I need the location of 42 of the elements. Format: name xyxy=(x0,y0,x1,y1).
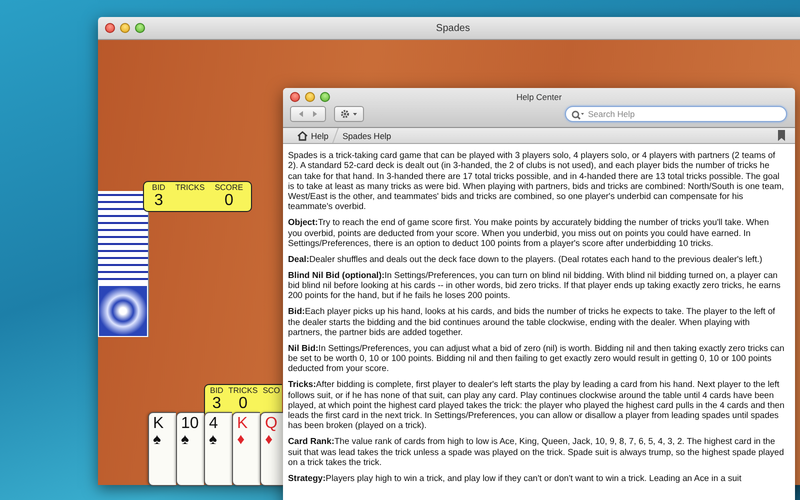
score-label: BID xyxy=(210,386,224,395)
score-label: TRICKS xyxy=(228,386,258,395)
help-paragraph: Strategy:Players play high to win a trick, and play low if they can't or don't want to win a trick. Leading an Ace in a suit xyxy=(288,472,742,484)
search-field[interactable]: Search Help xyxy=(565,106,787,122)
help-paragraph: Spades is a trick-taking card game that can be played with 3 players solo, 4 players solo, or 4 players with partners (2 teams of 2). A standard 52-card deck is dealt out (in 3-handed, the 2 of clubs is not used), and each player bids the number of tricks he can take for that hand. In 3-handed there are 17 total tricks possible, and in 4-handed there are 13 total tricks possible. The goal is to take at least as many tricks as were bid. When playing with partners, bids and tricks are combined: North/South is one team, West/East is the other, and teammates' bids and tricks are combined, so one player's underbid can compensate for his teammate's overbid. xyxy=(288,150,785,212)
playing-card[interactable]: 10 ♠ xyxy=(176,412,204,486)
close-icon[interactable] xyxy=(290,92,300,102)
help-paragraph: Bid:Each player picks up his hand, looks at his cards, and bids the number of tricks he expects to take. The player to the left of the dealer starts the bidding and the bid continues around the table clockwise, ending with the dealer. When playing with partners, the partner bids are added together. xyxy=(288,306,776,338)
breadcrumb-link[interactable]: Help xyxy=(311,130,328,140)
playing-card[interactable]: K ♠ xyxy=(148,412,176,486)
close-icon[interactable] xyxy=(105,23,115,33)
help-paragraph: Nil Bid:In Settings/Preferences, you can adjust what a bid of zero (nil) is worth. Bidding nil and then taking exactly zero tricks can be set to be worth 0, 10 or 100 points. Bidding nil and then failing to get exactly zero would result in getting 0, 10 or 100 points deducted from your score. xyxy=(288,342,785,374)
score-label: BID xyxy=(152,183,166,192)
home-icon xyxy=(297,130,308,140)
help-paragraph: Blind Nil Bid (optional):In Settings/Preferences, you can turn on blind nil bidding. With blind nil bidding turned on, a player can bid blind nil before looking at his cards -- in other words, bid zero tricks. If that player ends up taking exactly zero tricks, he earns 200 points for the hand, but if he fails he loses 200 points. xyxy=(288,270,782,301)
playing-card[interactable]: K ♦ xyxy=(232,412,260,486)
breadcrumb-link[interactable]: Spades Help xyxy=(342,130,392,140)
playing-card[interactable]: Q ♦ xyxy=(260,412,283,486)
bookmark-icon[interactable] xyxy=(778,130,785,141)
forward-icon[interactable] xyxy=(311,110,319,118)
back-forward-control[interactable] xyxy=(290,106,326,122)
score-label: SCORE xyxy=(214,183,244,192)
gear-icon xyxy=(339,109,359,119)
back-icon[interactable] xyxy=(297,110,305,118)
zoom-icon[interactable] xyxy=(320,92,330,102)
score-value: 3 xyxy=(212,395,222,412)
window-title: Help Center xyxy=(516,92,562,102)
window-title: Spades xyxy=(436,22,470,34)
score-label: SCO xyxy=(262,386,280,395)
score-value: 3 xyxy=(154,192,164,209)
action-menu-button[interactable] xyxy=(334,106,364,122)
minimize-icon[interactable] xyxy=(305,92,315,102)
playing-card[interactable]: 4 ♠ xyxy=(204,412,232,486)
score-label: TRICKS xyxy=(175,183,205,192)
help-paragraph: Deal:Dealer shuffles and deals out the deck face down to the players. (Deal rotates each hand to the previous dealer's left.) xyxy=(288,254,764,264)
score-value: 0 xyxy=(224,192,234,209)
zoom-icon[interactable] xyxy=(135,23,145,33)
help-paragraph: Card Rank:The value rank of cards from high to low is Ace, King, Queen, Jack, 10, 9, 8, 7, 6, 5, 4, 3, 2. The highest card in the suit that was lead takes the trick unless a spade was played on the trick. Spade suit is always trump, so the highest spade played on a trick takes the trick. xyxy=(288,436,785,468)
minimize-icon[interactable] xyxy=(120,23,130,33)
help-paragraph: Object:Try to reach the end of game score first. You make points by accurately bidding the number of tricks you'll take. When you overbid, points are deducted from your score. When you underbid, you miss out on points you could have earned. In Settings/Preferences, there is an option to deduct 100 points from a player's score after underbidding 10 tricks. xyxy=(288,217,770,248)
help-paragraph: Tricks:After bidding is complete, first player to dealer's left starts the play by leading a card from his hand. Next player to the left follows suit, or if he has none of that suit, can play any card. Play continues clockwise around the table until 4 cards have been played, at which point the highest card played takes the trick: the player who played the highest card pulls in the 4 cards and then leads the first card in the next trick. In Settings/Preferences, you can allow or disallow a player from leading spades until spades has been broken (played on a trick). xyxy=(288,379,785,431)
score-value: 0 xyxy=(238,395,248,412)
